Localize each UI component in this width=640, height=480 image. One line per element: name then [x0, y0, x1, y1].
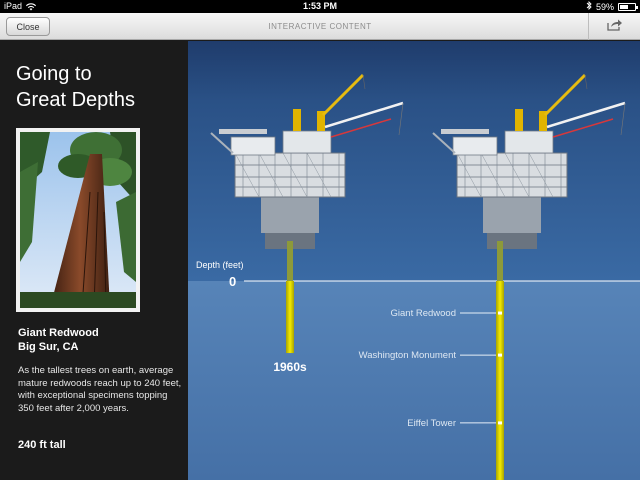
depth-scene[interactable]: Depth (feet) 0 1960s Giant Redwood Washingto… — [188, 41, 640, 480]
landmark-marker-2 — [498, 421, 502, 425]
page-title: Going to Great Depths — [16, 61, 181, 113]
battery-icon — [618, 2, 638, 11]
item-name: Giant Redwood Big Sur, CA — [18, 326, 99, 354]
landmark-marker-1 — [498, 353, 502, 357]
item-height: 240 ft tall — [18, 439, 66, 451]
depth-zero-label: 0 — [229, 274, 236, 289]
page-title-line2: Great Depths — [16, 89, 135, 111]
battery-fill — [620, 4, 629, 9]
clock: 1:53 PM — [302, 1, 337, 11]
battery-percent: 59% — [595, 1, 614, 12]
bluetooth-icon — [586, 0, 592, 12]
item-name-line1: Giant Redwood — [18, 327, 99, 339]
share-button[interactable] — [588, 13, 640, 40]
share-icon — [606, 18, 623, 36]
status-bar: iPad 1:53 PM 59% — [0, 0, 640, 13]
drill-pipe-upper-1960s — [287, 241, 293, 281]
drill-label-1960s: 1960s — [273, 360, 307, 374]
page-title-line1: Going to — [16, 63, 92, 85]
depth-axis-label: Depth (feet) — [196, 260, 244, 270]
info-sidebar: Going to Great Depths Giant Redwood Big … — [0, 41, 188, 480]
nav-title: INTERACTIVE CONTENT — [268, 22, 372, 31]
landmark-label-1: Washington Monument — [359, 350, 457, 361]
depth-chart: Depth (feet) 0 1960s Giant Redwood Washingto… — [188, 41, 640, 480]
drill-bar-modern — [496, 281, 504, 480]
landmark-label-0: Giant Redwood — [391, 308, 456, 319]
landmark-marker-0 — [498, 311, 502, 315]
drill-pipe-upper-modern — [497, 241, 503, 281]
redwood-photo — [20, 132, 136, 308]
nav-bar: Close INTERACTIVE CONTENT — [0, 13, 640, 40]
item-location: Big Sur, CA — [18, 341, 79, 353]
landmark-label-2: Eiffel Tower — [407, 418, 456, 429]
item-description: As the tallest trees on earth, average m… — [18, 365, 182, 414]
drill-bar-1960s — [286, 281, 294, 354]
redwood-photo-frame — [16, 128, 140, 312]
